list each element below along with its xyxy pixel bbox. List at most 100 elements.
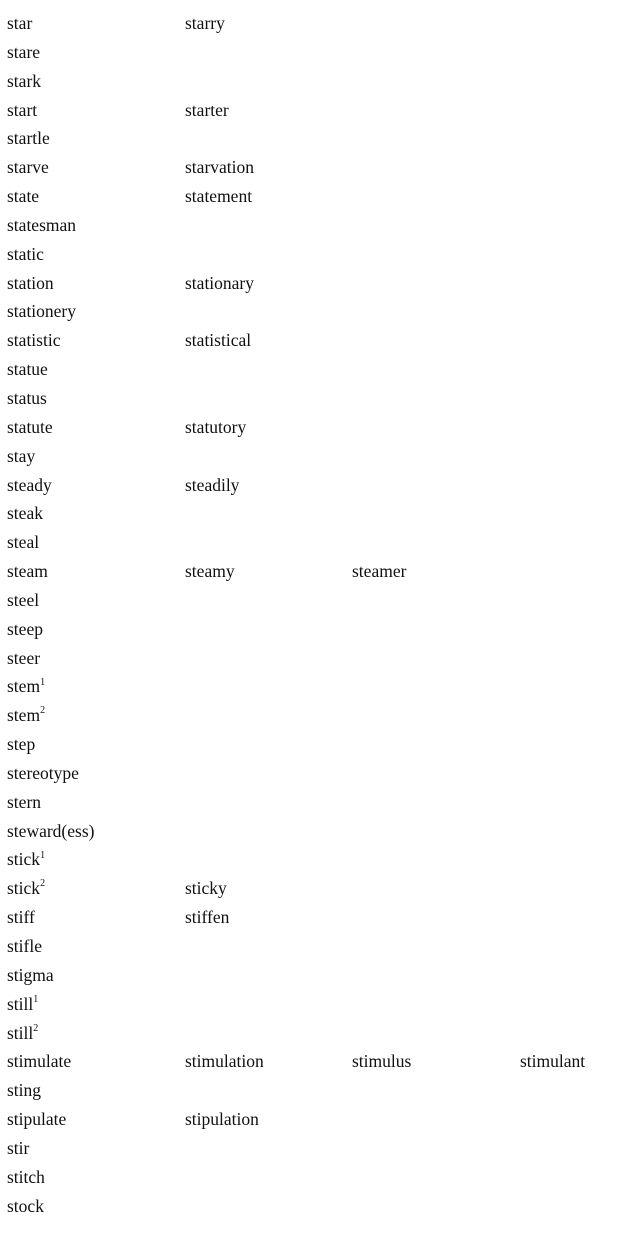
headword: statute — [7, 413, 53, 442]
word-row: stationery — [7, 297, 619, 326]
headword: stem2 — [7, 701, 45, 730]
word-row: stem2 — [7, 701, 619, 730]
headword: statue — [7, 355, 48, 384]
word-row: star starry — [7, 9, 619, 38]
headword: steal — [7, 528, 39, 557]
headword: stock — [7, 1192, 44, 1221]
headword-text: stare — [7, 41, 41, 62]
headword-text: stem — [7, 705, 41, 726]
word-row: steep — [7, 615, 619, 644]
headword-text: step — [7, 734, 36, 755]
headword: stifle — [7, 932, 42, 961]
headword-text: stifle — [7, 936, 42, 956]
headword-text: stiff — [7, 907, 35, 928]
homonym-number: 2 — [40, 705, 46, 717]
headword-text: start — [7, 99, 38, 120]
headword: startle — [7, 124, 50, 153]
headword: steady — [7, 471, 52, 500]
word-row: steam steamy steamer — [7, 557, 619, 586]
headword-text: sting — [7, 1080, 42, 1101]
derivative-word: stiffen — [185, 907, 230, 928]
headword: status — [7, 384, 47, 413]
headword-text: stay — [7, 445, 36, 466]
derivative-word: statement — [185, 186, 253, 207]
derivative-word: stimulation — [185, 1051, 264, 1072]
headword: stay — [7, 442, 35, 471]
headword-text: stick — [7, 849, 41, 870]
headword-text: stationery — [7, 301, 77, 322]
headword-text: steam — [7, 561, 48, 582]
derivative-word: stimulant — [520, 1051, 586, 1072]
headword: sting — [7, 1076, 41, 1105]
headword: steward(ess) — [7, 817, 94, 846]
word-row: steady steadily — [7, 471, 619, 500]
headword: starve — [7, 153, 49, 182]
headword-text: stereotype — [7, 762, 79, 783]
word-row: stir — [7, 1134, 619, 1163]
headword-text: state — [7, 186, 40, 207]
headword: stipulate — [7, 1105, 66, 1134]
headword-text: steal — [7, 532, 40, 553]
headword: still1 — [7, 990, 38, 1019]
derivative-word: steamer — [352, 561, 407, 582]
word-row: stern — [7, 788, 619, 817]
headword-text: star — [7, 13, 33, 33]
word-row: stitch — [7, 1163, 619, 1192]
word-row: stark — [7, 67, 619, 96]
headword: statistic — [7, 326, 60, 355]
headword: stare — [7, 38, 40, 67]
derivative-word: statutory — [185, 416, 247, 437]
headword-text: still — [7, 993, 34, 1014]
derivative-word: sticky — [185, 878, 227, 899]
headword: step — [7, 730, 35, 759]
headword: station — [7, 269, 54, 298]
headword: stimulate — [7, 1047, 71, 1076]
headword: stir — [7, 1134, 29, 1163]
derivative-word: steadily — [185, 474, 240, 495]
word-row: sting — [7, 1076, 619, 1105]
word-row: statesman — [7, 211, 619, 240]
derivative-word: statistical — [185, 330, 252, 351]
word-row: stipulate stipulation — [7, 1105, 619, 1134]
headword-text: steady — [7, 474, 52, 495]
headword-text: steward(ess) — [7, 820, 95, 841]
headword-text: statue — [7, 359, 48, 380]
word-row: stifle — [7, 932, 619, 961]
derivative-word: stipulation — [185, 1109, 259, 1130]
derivative-word: starter — [185, 99, 229, 120]
word-row: startle — [7, 124, 619, 153]
derivative-word: starry — [185, 13, 225, 33]
headword-text: statesman — [7, 214, 77, 235]
headword-text: station — [7, 272, 54, 293]
word-row: stem1 — [7, 672, 619, 701]
word-row: static — [7, 240, 619, 269]
headword-text: stimulate — [7, 1051, 72, 1072]
headword-text: starve — [7, 157, 49, 178]
headword-text: steak — [7, 503, 43, 524]
word-row: steak — [7, 499, 619, 528]
word-row: state statement — [7, 182, 619, 211]
word-row: steer — [7, 644, 619, 673]
word-row: steward(ess) — [7, 817, 619, 846]
headword: stark — [7, 67, 41, 96]
headword-text: stock — [7, 1195, 44, 1216]
derivative-word: stationary — [185, 272, 255, 293]
headword-text: stark — [7, 70, 42, 91]
word-row: stimulate stimulation stimulus stimulant — [7, 1047, 619, 1076]
headword-text: static — [7, 243, 44, 264]
headword: stem1 — [7, 672, 45, 701]
headword-text: stigma — [7, 964, 54, 985]
word-list: star starry stare stark start starter startle s… — [7, 9, 619, 1220]
homonym-number: 1 — [40, 676, 46, 688]
headword-text: stipulate — [7, 1109, 67, 1130]
headword-text: status — [7, 387, 47, 408]
headword: stereotype — [7, 759, 79, 788]
word-row: stick1 — [7, 845, 619, 874]
headword-text: steel — [7, 589, 40, 610]
headword: stern — [7, 788, 41, 817]
headword: state — [7, 182, 39, 211]
word-row: statue — [7, 355, 619, 384]
headword: start — [7, 96, 37, 125]
word-row: status — [7, 384, 619, 413]
headword: stick1 — [7, 845, 45, 874]
